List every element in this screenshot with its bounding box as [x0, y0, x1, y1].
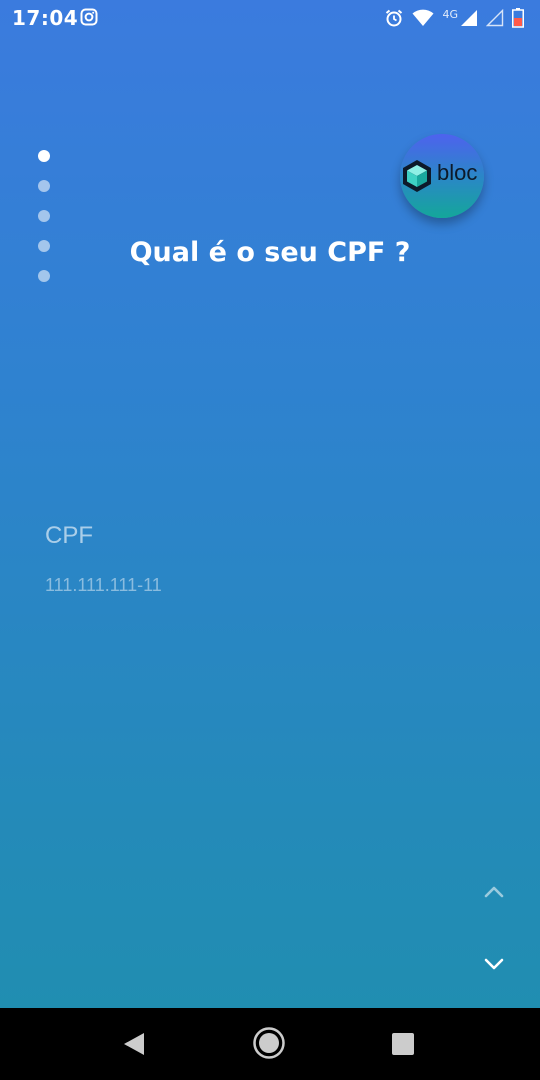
signal-empty-icon [486, 9, 504, 27]
bloc-logo: bloc [400, 134, 484, 218]
network-type-label: 4G [442, 7, 458, 21]
page-dot[interactable] [38, 180, 50, 192]
next-button[interactable] [478, 948, 510, 980]
system-navigation-bar [0, 1008, 540, 1080]
logo-text: bloc [437, 160, 478, 185]
page-dot-active[interactable] [38, 150, 50, 162]
chevron-up-icon [484, 886, 504, 898]
cube-icon [403, 160, 431, 192]
status-bar: 17:04 4G [0, 0, 540, 36]
status-time: 17:04 [12, 6, 79, 30]
signal-icon [461, 10, 477, 26]
alarm-icon [386, 9, 403, 27]
instagram-icon [80, 8, 98, 26]
page-dot[interactable] [38, 270, 50, 282]
cpf-label: CPF [45, 522, 93, 549]
home-icon[interactable] [252, 1026, 286, 1060]
onboarding-screen: 17:04 4G bloc Qual é o seu CPF ? CPF 111… [0, 0, 540, 1080]
status-icons: 4G [384, 6, 524, 30]
battery-icon [512, 8, 524, 28]
chevron-down-icon [484, 958, 504, 970]
recents-icon[interactable] [391, 1032, 415, 1056]
question-title: Qual é o seu CPF ? [129, 237, 411, 268]
previous-button[interactable] [478, 876, 510, 908]
wifi-icon [412, 9, 434, 26]
cpf-input[interactable] [45, 570, 485, 600]
page-dot[interactable] [38, 210, 50, 222]
back-icon[interactable] [120, 1030, 148, 1058]
page-indicator [38, 150, 52, 300]
